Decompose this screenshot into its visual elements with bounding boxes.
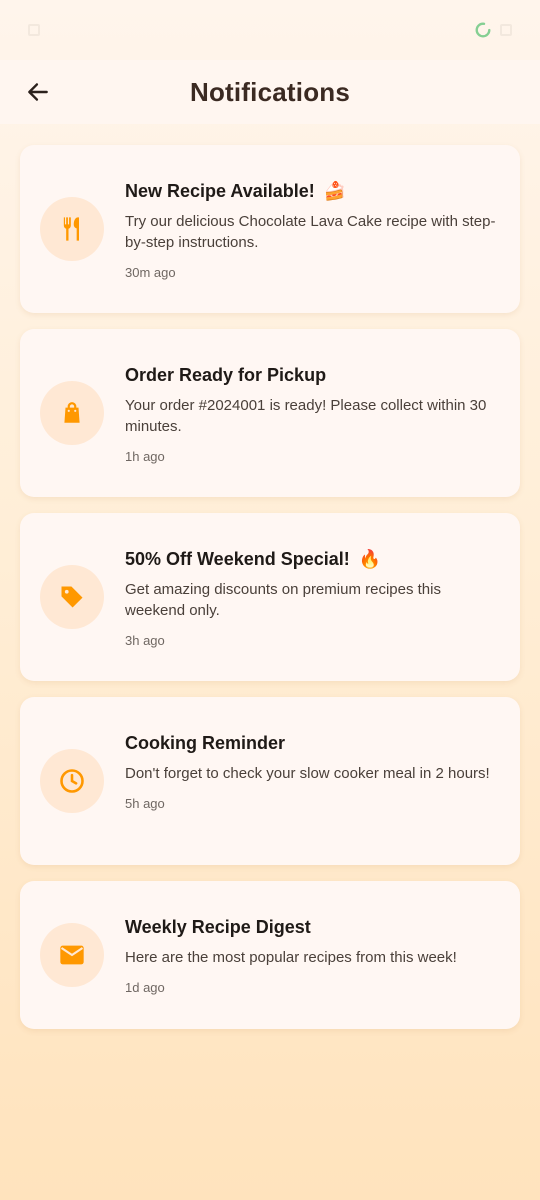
notification-content: 50% Off Weekend Special! 🔥 Get amazing d… <box>125 547 500 648</box>
notification-message: Your order #2024001 is ready! Please col… <box>125 397 487 435</box>
notification-title-text: New Recipe Available! <box>125 181 315 201</box>
notification-list: New Recipe Available! 🍰 Try our deliciou… <box>20 145 520 1045</box>
tag-icon <box>61 586 83 608</box>
notification-card[interactable]: Cooking Reminder Don't forget to check y… <box>20 697 520 865</box>
notification-content: Cooking Reminder Don't forget to check y… <box>125 731 500 811</box>
notification-title: Weekly Recipe Digest <box>125 915 500 939</box>
battery-icon <box>500 24 512 36</box>
status-left <box>28 24 40 36</box>
notification-time: 3h ago <box>125 633 165 648</box>
notification-title: Cooking Reminder <box>125 731 500 755</box>
notification-title-text: Order Ready for Pickup <box>125 365 327 385</box>
notification-time: 1h ago <box>125 449 165 464</box>
notification-time: 30m ago <box>125 265 176 280</box>
shopping-bag-icon <box>64 402 80 423</box>
clock-icon <box>60 769 84 793</box>
notification-message: Get amazing discounts on premium recipes… <box>125 581 441 619</box>
status-right <box>474 21 512 39</box>
notification-title-text: Weekly Recipe Digest <box>125 917 311 937</box>
notification-time: 5h ago <box>125 796 165 811</box>
status-bar <box>0 0 540 60</box>
notification-message: Don't forget to check your slow cooker m… <box>125 765 490 782</box>
notification-content: Weekly Recipe Digest Here are the most p… <box>125 915 500 995</box>
fire-emoji: 🔥 <box>358 549 382 569</box>
notification-title: New Recipe Available! 🍰 <box>125 179 500 203</box>
app-bar: Notifications <box>0 60 540 124</box>
loading-ring-icon <box>475 22 491 38</box>
notification-icon-container <box>40 565 104 629</box>
notification-content: Order Ready for Pickup Your order #20240… <box>125 363 500 464</box>
page-title: Notifications <box>189 76 351 107</box>
notification-icon-container <box>40 381 104 445</box>
notification-icon-container <box>40 749 104 813</box>
notification-title: 50% Off Weekend Special! 🔥 <box>125 547 500 571</box>
notification-card[interactable]: Weekly Recipe Digest Here are the most p… <box>20 881 520 1029</box>
notification-title-text: Cooking Reminder <box>125 733 286 753</box>
cake-emoji: 🍰 <box>323 181 347 201</box>
notification-card[interactable]: New Recipe Available! 🍰 Try our deliciou… <box>20 145 520 313</box>
notification-message: Here are the most popular recipes from t… <box>125 949 457 966</box>
notification-time: 1d ago <box>125 980 165 995</box>
notification-icon-container <box>40 197 104 261</box>
notification-title: Order Ready for Pickup <box>125 363 500 387</box>
utensils-icon <box>63 217 79 241</box>
arrow-left-icon <box>28 83 48 101</box>
notification-indicator-icon <box>28 24 40 36</box>
notification-title-text: 50% Off Weekend Special! <box>125 549 350 569</box>
notification-card[interactable]: 50% Off Weekend Special! 🔥 Get amazing d… <box>20 513 520 681</box>
mail-icon <box>60 945 84 965</box>
notification-content: New Recipe Available! 🍰 Try our deliciou… <box>125 179 500 280</box>
notification-icon-container <box>40 923 104 987</box>
notification-card[interactable]: Order Ready for Pickup Your order #20240… <box>20 329 520 497</box>
back-button[interactable] <box>18 72 58 112</box>
notification-message: Try our delicious Chocolate Lava Cake re… <box>125 213 496 251</box>
